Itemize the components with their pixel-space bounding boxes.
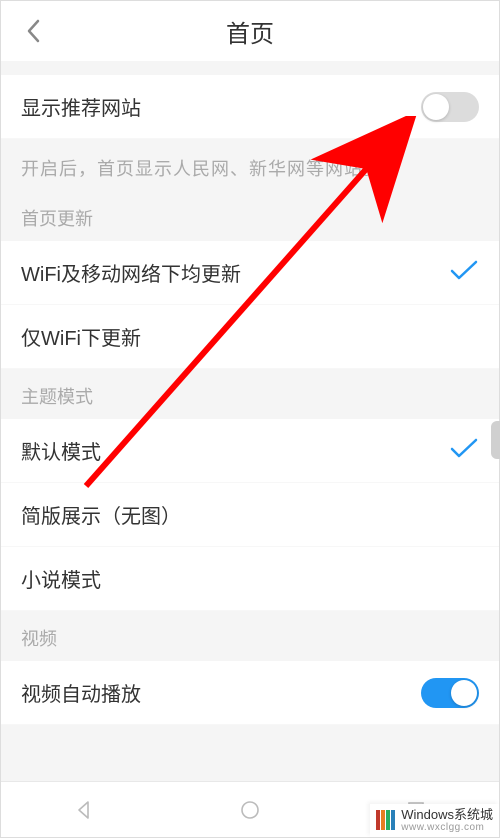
video-autoplay-toggle[interactable] — [421, 678, 479, 708]
recommend-hint: 开启后，首页显示人民网、新华网等网站。 — [1, 139, 499, 191]
header-bar: 首页 — [1, 1, 499, 61]
theme-option-default[interactable]: 默认模式 — [1, 419, 499, 483]
theme-option-novel[interactable]: 小说模式 — [1, 547, 499, 611]
nav-home-button[interactable] — [235, 795, 265, 825]
video-section-title: 视频 — [1, 611, 499, 661]
check-icon — [449, 436, 479, 466]
theme-option-label: 简版展示（无图） — [21, 500, 181, 529]
watermark-brand: Windows系统城 — [401, 808, 493, 822]
watermark: Windows系统城 www.wxclgg.com — [370, 804, 499, 837]
update-option-wifi-mobile[interactable]: WiFi及移动网络下均更新 — [1, 241, 499, 305]
video-autoplay-label: 视频自动播放 — [21, 678, 141, 707]
watermark-url: www.wxclgg.com — [401, 822, 493, 833]
toggle-knob — [451, 680, 477, 706]
nav-back-button[interactable] — [69, 795, 99, 825]
update-section-title: 首页更新 — [1, 191, 499, 241]
page-title: 首页 — [226, 14, 274, 49]
back-button[interactable] — [19, 17, 47, 45]
theme-option-label: 小说模式 — [21, 564, 101, 593]
side-grip[interactable] — [491, 421, 500, 459]
recommend-toggle[interactable] — [421, 92, 479, 122]
video-autoplay-row[interactable]: 视频自动播放 — [1, 661, 499, 725]
update-option-label: WiFi及移动网络下均更新 — [21, 258, 241, 287]
toggle-knob — [423, 94, 449, 120]
theme-option-simple[interactable]: 简版展示（无图） — [1, 483, 499, 547]
check-icon — [449, 258, 479, 288]
recommend-label: 显示推荐网站 — [21, 92, 141, 121]
update-option-wifi-only[interactable]: 仅WiFi下更新 — [1, 305, 499, 369]
recommend-row[interactable]: 显示推荐网站 — [1, 75, 499, 139]
theme-option-label: 默认模式 — [21, 436, 101, 465]
back-icon — [24, 17, 42, 45]
theme-section-title: 主题模式 — [1, 369, 499, 419]
update-option-label: 仅WiFi下更新 — [21, 322, 141, 351]
watermark-logo-icon — [376, 810, 395, 830]
